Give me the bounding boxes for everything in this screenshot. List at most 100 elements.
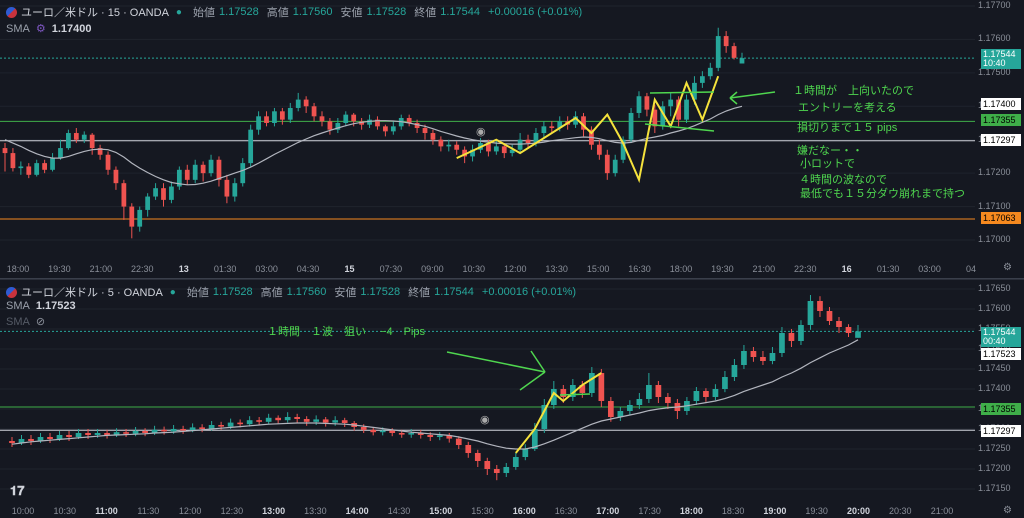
white-line-tag: 1.17297 <box>981 134 1021 146</box>
bottom-sma2-legend[interactable]: SMA ⊘ <box>6 315 45 329</box>
time-tick-label: 15:00 <box>586 264 610 274</box>
time-tick-label: 11:00 <box>95 506 118 516</box>
candle-body <box>454 144 460 150</box>
candle-body <box>192 164 198 180</box>
top-sma-legend[interactable]: SMA ⚙ 1.17400 <box>6 22 91 36</box>
green-line-tag: 1.17355 <box>981 114 1021 126</box>
candle-body <box>699 76 705 83</box>
annotation-text[interactable]: 損切りまで１５ pips <box>797 119 897 135</box>
bottom-symbol[interactable]: ユーロ／米ドル · 5 · OANDA <box>21 284 163 300</box>
candle-body <box>161 429 167 432</box>
candle-body <box>731 46 737 58</box>
candle-body <box>517 139 523 150</box>
settings-gear-icon[interactable]: ⚙ <box>36 22 46 35</box>
ohlc-label: 安値 <box>334 287 357 299</box>
candle-body <box>693 391 700 401</box>
candle-body <box>313 419 320 422</box>
candle-body <box>493 469 500 473</box>
candle-body <box>153 188 158 197</box>
candle-body <box>383 126 388 132</box>
wave-drawing <box>515 372 602 454</box>
candle-body <box>34 163 40 175</box>
candle-body <box>343 114 349 123</box>
time-tick-label: 16 <box>841 264 852 274</box>
ohlc-label: 高値 <box>260 287 283 299</box>
annotation-text[interactable]: １時間 １波 狙い −4 Pips <box>267 323 425 339</box>
change-value: +0.00016 (+0.01%) <box>481 286 577 298</box>
eye-hidden-icon[interactable]: ⊘ <box>36 315 45 328</box>
bottom-chart-panel[interactable]: ユーロ／米ドル · 5 · OANDA ● 始値 1.17528 高値 1.1756… <box>0 279 1024 518</box>
candle-body <box>145 196 151 210</box>
annotation-text[interactable]: 最低でも１５分ダウ崩れまで持つ <box>800 185 965 201</box>
bottom-sma-legend[interactable]: SMA 1.17523 <box>6 300 76 312</box>
top-symbol[interactable]: ユーロ／米ドル · 15 · OANDA <box>21 4 169 20</box>
time-tick-label: 03:00 <box>918 264 941 274</box>
candle-body <box>85 433 91 435</box>
candle-body <box>295 99 301 108</box>
tradingview-logo[interactable]: 𝟏𝟕 <box>10 483 24 499</box>
price-tick-label: 1.17600 <box>978 33 1011 44</box>
candle-body <box>332 420 339 423</box>
candle-body <box>665 397 671 403</box>
top-chart-panel[interactable]: ユーロ／米ドル · 15 · OANDA ● 始値 1.17528 高値 1.175… <box>0 0 1024 278</box>
candle-body <box>360 427 367 430</box>
candle-body <box>129 206 135 227</box>
candle-body <box>739 58 745 64</box>
time-tick-label: 11:30 <box>137 506 160 516</box>
candle-body <box>311 106 317 117</box>
candle-body <box>137 209 143 227</box>
candle-body <box>398 433 405 435</box>
time-tick-label: 09:00 <box>421 264 444 274</box>
candle-body <box>422 128 428 134</box>
candle-body <box>224 179 230 197</box>
time-tick-label: 07:30 <box>379 264 403 274</box>
sma-value: 1.17523 <box>35 300 76 312</box>
sma-label: SMA <box>6 315 30 328</box>
candle-body <box>512 457 519 467</box>
candle-body <box>474 453 481 461</box>
candle-body <box>430 133 436 140</box>
bottom-chart-canvas[interactable] <box>0 280 1024 518</box>
candle-body <box>588 373 595 393</box>
event-icon[interactable]: ◉ <box>480 413 490 426</box>
event-icon[interactable]: ◉ <box>476 125 486 138</box>
candle-body <box>170 429 177 432</box>
top-chart-canvas[interactable] <box>0 0 1024 278</box>
candle-body <box>598 373 605 401</box>
candle-body <box>47 437 53 439</box>
time-tick-label: 21:00 <box>930 506 954 516</box>
candle-body <box>438 139 444 147</box>
price-tick-label: 1.17150 <box>978 483 1011 493</box>
time-tick-label: 19:30 <box>711 264 734 274</box>
price-tick-label: 1.17450 <box>978 363 1011 373</box>
price-tick-label: 1.17600 <box>978 303 1011 313</box>
candle-body <box>184 169 190 180</box>
time-tick-label: 16:30 <box>628 264 651 274</box>
candle-body <box>227 422 234 427</box>
candle-body <box>66 133 71 149</box>
ohlc-value: 1.17528 <box>218 6 259 18</box>
candle-body <box>216 159 222 180</box>
annotation-text[interactable]: １時間が 上向いたので <box>793 82 914 98</box>
annotation-text[interactable]: 小ロットで <box>800 155 855 171</box>
candle-body <box>56 435 63 439</box>
time-tick-label: 19:30 <box>48 264 71 274</box>
ohlc-label: 終値 <box>408 287 431 299</box>
dot-icon: ● <box>169 286 176 298</box>
annotation-text[interactable]: エントリーを考える <box>798 99 897 115</box>
ohlc-label: 終値 <box>414 7 437 19</box>
ohlc-value: 1.17560 <box>292 6 333 18</box>
price-tick-label: 1.17650 <box>978 283 1011 293</box>
candle-body <box>327 121 333 130</box>
eurusd-flag-icon <box>6 286 17 298</box>
time-tick-label: 12:00 <box>178 506 202 516</box>
candle-body <box>750 351 757 357</box>
axis-settings-icon[interactable]: ⚙ <box>1003 262 1012 273</box>
price-tick-label: 1.17200 <box>978 167 1011 178</box>
time-tick-label: 18:00 <box>679 506 703 516</box>
ohlc-value: 1.17528 <box>212 286 253 298</box>
candle-body <box>121 183 127 207</box>
candle-body <box>180 429 186 431</box>
axis-settings-icon[interactable]: ⚙ <box>1003 505 1012 516</box>
dot-icon: ● <box>175 6 182 18</box>
